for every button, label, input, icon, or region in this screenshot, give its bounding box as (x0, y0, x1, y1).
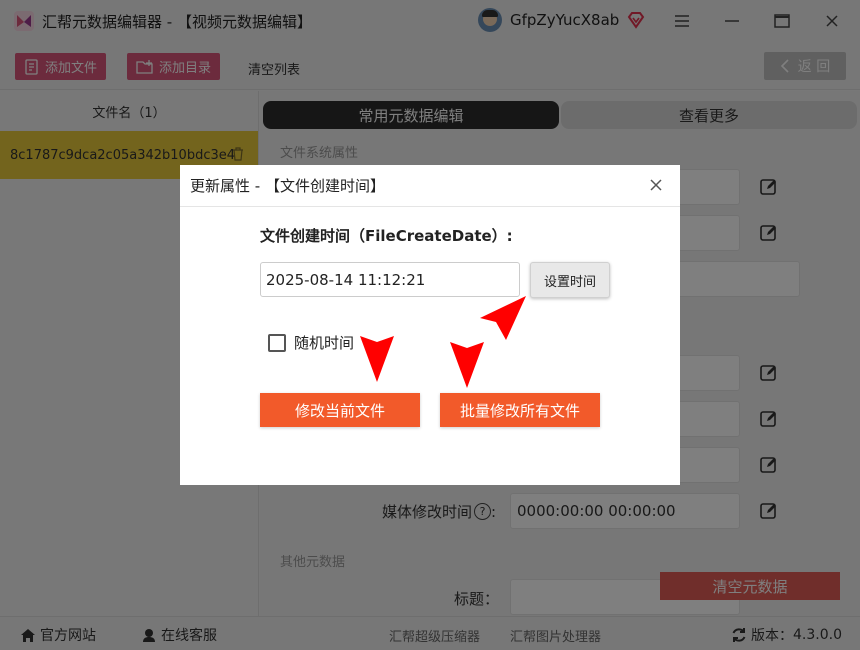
random-time-checkbox[interactable]: 随机时间 (268, 332, 354, 353)
set-time-button[interactable]: 设置时间 (530, 262, 610, 298)
dialog-close-icon[interactable] (646, 175, 666, 195)
file-create-date-label: 文件创建时间（FileCreateDate）: (260, 227, 513, 245)
checkbox[interactable] (268, 333, 286, 352)
modify-current-file-button[interactable]: 修改当前文件 (260, 393, 420, 427)
annotation-arrow-icon (360, 336, 394, 382)
annotation-arrow-icon (480, 296, 526, 340)
batch-modify-all-button[interactable]: 批量修改所有文件 (440, 393, 600, 427)
date-time-input[interactable] (260, 262, 520, 297)
dialog-title: 更新属性 - 【文件创建时间】 (180, 165, 680, 207)
update-attribute-dialog: 更新属性 - 【文件创建时间】 文件创建时间（FileCreateDate）: … (180, 165, 680, 485)
random-time-label: 随机时间 (294, 334, 355, 352)
annotation-arrow-icon (450, 342, 484, 388)
